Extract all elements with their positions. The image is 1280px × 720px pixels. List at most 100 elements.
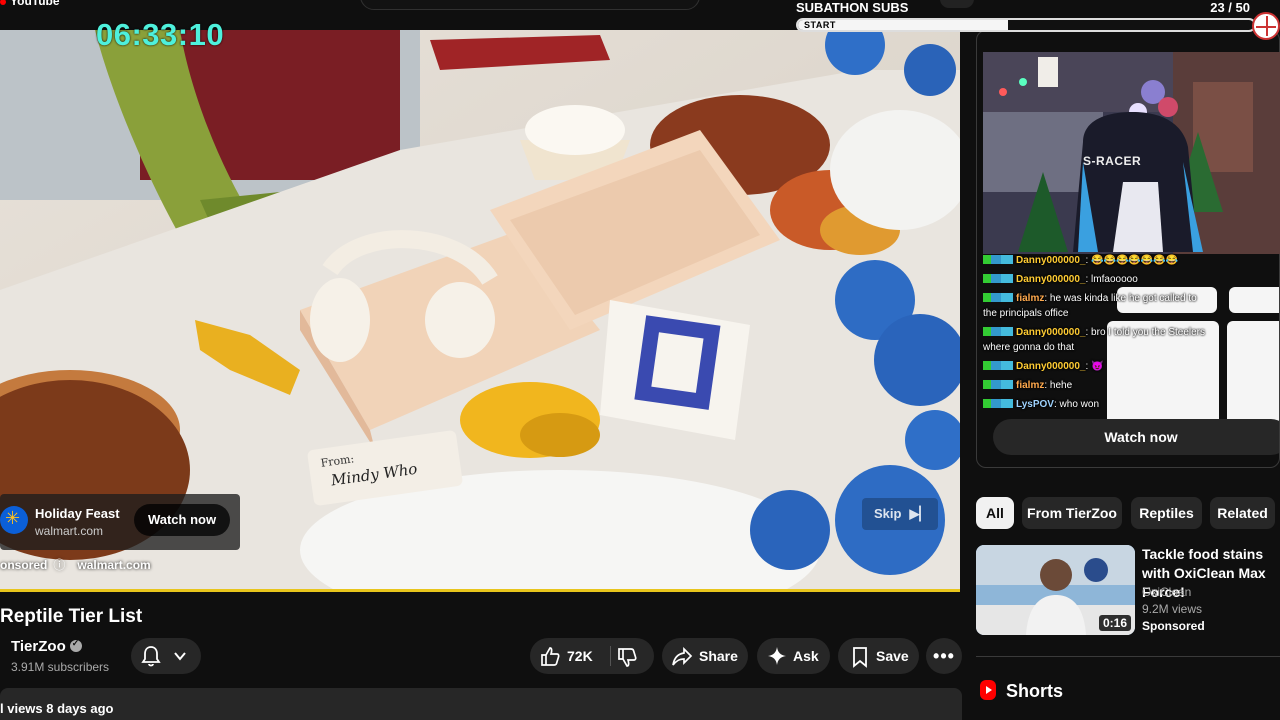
search-box[interactable] <box>360 0 700 10</box>
like-count[interactable]: 72K <box>567 638 593 674</box>
notification-bell-button[interactable] <box>131 638 201 674</box>
chat-username: fialmz <box>1016 293 1045 304</box>
youtube-logo-icon <box>0 0 6 5</box>
chat-username: Danny000000_ <box>1016 327 1086 338</box>
chat-username: LysPOV <box>1016 399 1054 410</box>
product-tile[interactable] <box>1229 287 1279 313</box>
ad-url: walmart.com <box>35 524 104 538</box>
subathon-count: 23 / 50 <box>1210 0 1250 15</box>
chat-message-continued: where gonna do that <box>983 341 1074 354</box>
share-arrow-icon <box>672 646 693 666</box>
video-progress-bar[interactable] <box>0 589 960 592</box>
section-divider <box>976 656 1280 657</box>
like-divider <box>610 646 611 666</box>
streamer-webcam: S-RACER <box>983 52 1280 254</box>
view-stats: l views 8 days ago <box>0 701 114 716</box>
channel-name-row[interactable]: TierZoo <box>11 638 82 655</box>
shorts-icon <box>980 680 996 700</box>
bell-icon <box>141 646 161 667</box>
youtube-logo-text: YouTube <box>10 0 60 8</box>
chat-text: the principals office <box>983 308 1069 319</box>
sponsored-badge: Sponsored <box>1142 619 1205 633</box>
chat-text: : who won <box>1053 399 1100 410</box>
sidebar-watch-now-button[interactable]: Watch now <box>993 419 1279 455</box>
info-icon[interactable]: ⓘ <box>53 556 65 573</box>
thumbs-down-icon[interactable] <box>616 646 638 668</box>
ad-sponsored-label: onsored <box>0 558 48 572</box>
chat-message: Danny000000_: 😈 <box>983 360 1104 373</box>
recommended-thumbnail[interactable]: 0:16 <box>976 545 1135 635</box>
chat-username: Danny000000_ <box>1016 255 1086 266</box>
description-box[interactable] <box>0 688 962 720</box>
skip-ad-button[interactable]: Skip ▶▏ <box>862 498 938 530</box>
ask-button[interactable]: Ask <box>757 638 830 674</box>
chat-text: : 😂😂😂😂😂😂😂 <box>1085 255 1179 266</box>
save-label: Save <box>876 648 909 664</box>
webcam-frame <box>983 52 1280 254</box>
chat-badges-icon <box>983 274 1013 283</box>
chat-text: : 😈 <box>1085 361 1104 372</box>
more-actions-button[interactable]: ••• <box>926 638 962 674</box>
chip-all[interactable]: All <box>976 497 1014 529</box>
share-label: Share <box>699 648 738 664</box>
chip-related[interactable]: Related <box>1210 497 1275 529</box>
more-dots-icon: ••• <box>933 646 955 666</box>
chat-message: LysPOV: who won <box>983 398 1099 411</box>
shorts-label: Shorts <box>1006 681 1064 701</box>
skip-next-icon: ▶▏ <box>909 506 930 521</box>
verified-badge-icon <box>69 638 82 652</box>
chat-text: : bro I told you the Steelers <box>1085 327 1206 338</box>
video-title: Reptile Tier List <box>0 606 143 627</box>
chat-username: Danny000000_ <box>1016 274 1086 285</box>
chat-message: Danny000000_: lmfaooooo <box>983 273 1138 286</box>
shorts-header[interactable]: Shorts <box>980 680 1063 702</box>
chat-message: fialmz: hehe <box>983 379 1072 392</box>
product-tile[interactable] <box>1227 321 1279 433</box>
chip-from-tierzoo[interactable]: From TierZoo <box>1022 497 1122 529</box>
chat-badges-icon <box>983 380 1013 389</box>
ad-sponsored-domain[interactable]: walmart.com <box>77 558 150 572</box>
ask-label: Ask <box>793 648 819 664</box>
chat-badges-icon <box>983 399 1013 408</box>
video-player[interactable]: From: Mindy Who ✳ Holiday Feast walmart.… <box>0 30 960 590</box>
youtube-logo[interactable]: YouTube <box>0 0 60 8</box>
save-button[interactable]: Save <box>838 638 919 674</box>
thumbs-up-icon[interactable] <box>539 646 561 668</box>
gift-tag-from: From: <box>319 452 355 470</box>
skip-label: Skip <box>874 506 902 521</box>
ad-title: Holiday Feast <box>35 506 120 521</box>
ad-sponsored-line: onsored ⓘ walmart.com <box>0 556 151 573</box>
crosshair-emblem-icon <box>1252 12 1280 40</box>
recommended-views: 9.2M views <box>1142 602 1203 616</box>
stream-chat: Danny000000_: 😂😂😂😂😂😂😂 Danny000000_: lmfa… <box>983 254 1223 414</box>
chat-message: Danny000000_: 😂😂😂😂😂😂😂 <box>983 254 1178 267</box>
chip-reptiles[interactable]: Reptiles <box>1131 497 1202 529</box>
share-button[interactable]: Share <box>662 638 748 674</box>
channel-subscribers: 3.91M subscribers <box>11 660 110 674</box>
chair-brand-label: S-RACER <box>1083 154 1142 168</box>
subathon-title: SUBATHON SUBS <box>796 0 909 15</box>
subathon-progress-track <box>796 18 1256 32</box>
chat-text: : lmfaooooo <box>1085 274 1138 285</box>
video-duration: 0:16 <box>1098 615 1131 631</box>
chat-username: fialmz <box>1016 380 1045 391</box>
chat-badges-icon <box>983 327 1013 336</box>
walmart-spark-icon: ✳ <box>0 506 28 534</box>
chat-badges-icon <box>983 255 1013 264</box>
chevron-down-icon <box>174 652 186 661</box>
bookmark-icon <box>853 647 867 668</box>
recommended-video[interactable]: 0:16 Tackle food stains with OxiClean Ma… <box>976 545 1280 635</box>
chat-text: : he was kinda like he got called to <box>1044 293 1197 304</box>
subathon-start-label: START <box>804 20 836 30</box>
recommended-channel[interactable]: OxiClean <box>1142 585 1191 599</box>
subathon-bar: SUBATHON SUBS 23 / 50 START <box>796 0 1280 40</box>
ad-overlay-card[interactable]: ✳ Holiday Feast walmart.com Watch now <box>0 494 240 550</box>
channel-name[interactable]: TierZoo <box>11 638 66 655</box>
ad-watch-now-button[interactable]: Watch now <box>134 504 230 536</box>
chat-message: fialmz: he was kinda like he got called … <box>983 292 1197 305</box>
chat-text: where gonna do that <box>983 342 1075 353</box>
chat-username: Danny000000_ <box>1016 361 1086 372</box>
sparkle-icon <box>768 647 786 665</box>
chat-badges-icon <box>983 361 1013 370</box>
stream-timer: 06:33:10 <box>96 17 225 52</box>
